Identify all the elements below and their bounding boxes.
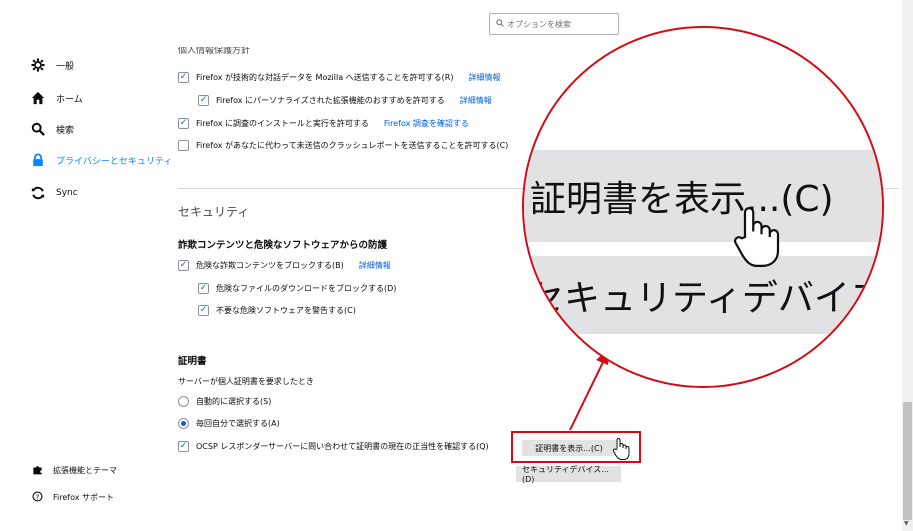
sidebar-item-label: 一般 xyxy=(56,61,75,72)
checkbox[interactable]: ✓ xyxy=(178,441,189,452)
zoomed-view-certificates-button: 証明書を表示...(C) xyxy=(524,150,882,242)
ocsp-option[interactable]: ✓ OCSP レスポンダーサーバーに問い合わせて証明書の現在の正当性を確認する(… xyxy=(178,441,489,452)
zoomed-hand-cursor-icon xyxy=(730,204,782,274)
sidebar-footer-label: Firefox サポート xyxy=(53,493,115,502)
search-input[interactable]: オプションを検索 xyxy=(489,13,619,35)
deceptive-content-heading: 詐欺コンテンツと危険なソフトウェアからの防護 xyxy=(178,240,388,251)
scroll-down-arrow-icon[interactable]: ▼ xyxy=(904,520,909,527)
radio-button[interactable] xyxy=(178,418,189,429)
data-option-recommendations[interactable]: ✓ Firefox にパーソナライズされた拡張機能のおすすめを許可する 詳細情報 xyxy=(198,95,492,106)
gear-icon xyxy=(30,57,46,73)
certificates-heading: 証明書 xyxy=(178,356,207,367)
hand-cursor-icon xyxy=(612,437,630,465)
sidebar-item-sync[interactable]: Sync xyxy=(30,183,78,203)
checkbox[interactable]: ✓ xyxy=(178,118,189,129)
checkbox[interactable]: ✓ xyxy=(198,95,209,106)
data-option-studies[interactable]: ✓ Firefox に調査のインストールと実行を許可する Firefox 調査を… xyxy=(178,118,469,129)
checkbox[interactable]: ✓ xyxy=(178,260,189,271)
sidebar-item-general[interactable]: 一般 xyxy=(30,55,74,75)
sidebar-item-privacy[interactable]: プライバシーとセキュリティ xyxy=(30,150,172,170)
radio-button[interactable] xyxy=(178,396,189,407)
zoomed-security-devices-button: セキュリティデバイス...(D) xyxy=(524,256,882,334)
learn-more-link[interactable]: 詳細情報 xyxy=(468,72,500,83)
help-icon: ? xyxy=(32,491,43,504)
sidebar-item-search[interactable]: 検索 xyxy=(30,119,74,139)
sidebar-item-label: 検索 xyxy=(56,125,75,136)
sidebar-item-label: ホーム xyxy=(56,94,83,105)
sidebar-item-home[interactable]: ホーム xyxy=(30,88,83,108)
security-devices-button[interactable]: セキュリティデバイス...(D) xyxy=(516,465,621,484)
search-icon xyxy=(496,19,504,29)
data-option-crash-reports[interactable]: Firefox があなたに代わって未送信のクラッシュレポートを送信することを許可… xyxy=(178,140,508,151)
learn-more-link[interactable]: 詳細情報 xyxy=(460,95,492,106)
security-heading: セキュリティ xyxy=(178,205,250,219)
radio-ask-every-time[interactable]: 毎回自分で選択する(A) xyxy=(178,418,280,429)
svg-text:?: ? xyxy=(36,493,40,501)
lock-icon xyxy=(30,152,46,168)
home-icon xyxy=(30,90,46,106)
sidebar-footer-label: 拡張機能とテーマ xyxy=(53,466,117,475)
warn-unwanted-software[interactable]: ✓ 不要な危険ソフトウェアを警告する(C) xyxy=(198,305,356,316)
sidebar-footer-extensions[interactable]: 拡張機能とテーマ xyxy=(32,464,117,477)
sidebar-item-label: Sync xyxy=(56,188,78,198)
checkbox[interactable]: ✓ xyxy=(178,72,189,83)
block-dangerous-downloads[interactable]: ✓ 危険なファイルのダウンロードをブロックする(D) xyxy=(198,283,396,294)
block-dangerous-content[interactable]: ✓ 危険な詐欺コンテンツをブロックする(B) 詳細情報 xyxy=(178,260,391,271)
sidebar-footer-support[interactable]: ? Firefox サポート xyxy=(32,491,114,504)
search-icon xyxy=(30,121,46,137)
view-studies-link[interactable]: Firefox 調査を確認する xyxy=(384,118,469,129)
checkbox[interactable] xyxy=(178,140,189,151)
sidebar-item-label: プライバシーとセキュリティ xyxy=(56,156,173,167)
checkbox[interactable]: ✓ xyxy=(198,283,209,294)
sync-icon xyxy=(30,185,46,201)
puzzle-icon xyxy=(32,464,43,477)
section-heading-partial: 個人情報保護方針 xyxy=(178,47,251,56)
checkbox[interactable]: ✓ xyxy=(198,305,209,316)
search-placeholder: オプションを検索 xyxy=(507,19,571,29)
zoom-magnifier: 証明書を表示...(C) セキュリティデバイス...(D) xyxy=(522,26,884,388)
data-option-technical[interactable]: ✓ Firefox が技術的な対話データを Mozilla へ送信することを許可… xyxy=(178,72,500,83)
radio-select-automatically[interactable]: 自動的に選択する(S) xyxy=(178,396,271,407)
certificates-prompt: サーバーが個人証明書を要求したとき xyxy=(178,377,314,386)
scrollbar-thumb[interactable] xyxy=(903,402,912,520)
learn-more-link[interactable]: 詳細情報 xyxy=(359,260,391,271)
